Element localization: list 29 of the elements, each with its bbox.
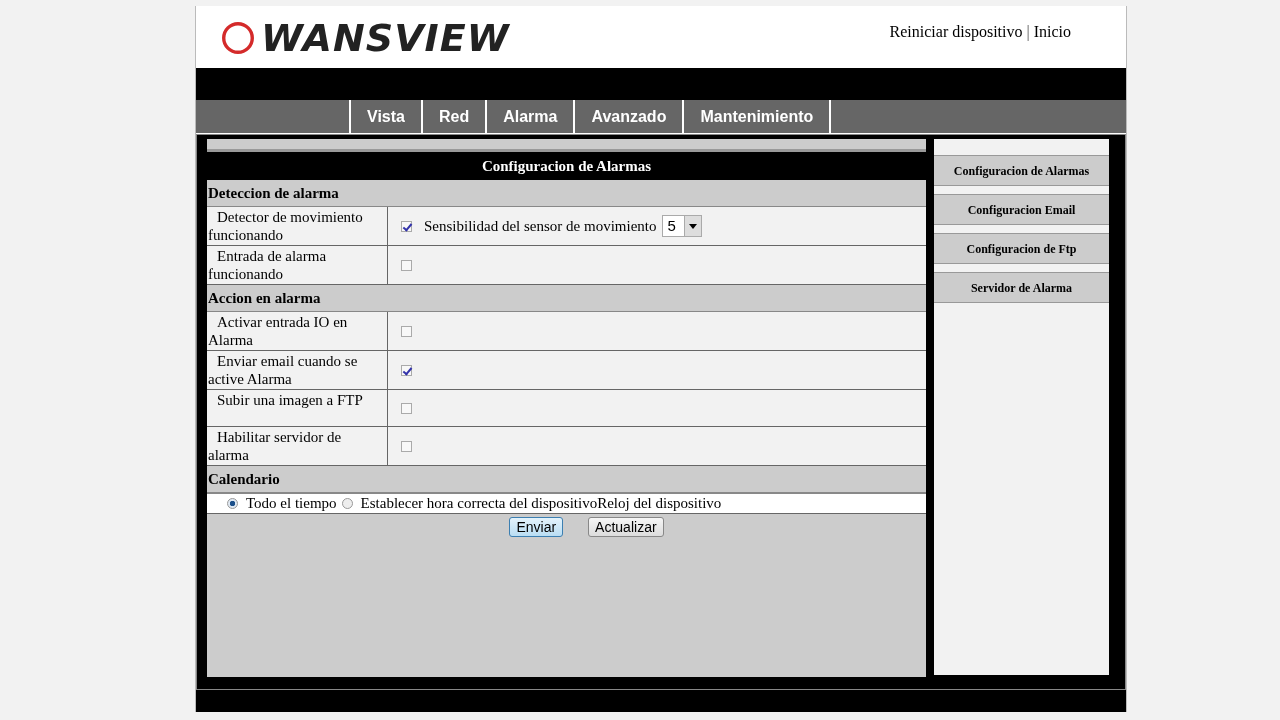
header-link[interactable]: Inicio [1033,23,1071,41]
field-label: Entrada de alarma funcionando [207,246,388,284]
sidebar-item[interactable]: Configuracion Email [934,194,1109,225]
field-label: Enviar email cuando se active Alarma [207,351,388,389]
field-label: Sensibilidad del sensor de movimiento [424,217,657,235]
checkbox[interactable] [401,325,412,337]
checkbox[interactable] [401,440,412,452]
checkbox[interactable] [401,259,412,271]
checkbox[interactable] [401,364,412,376]
form-button[interactable]: Actualizar [588,517,664,537]
field-label: Subir una imagen a FTP [207,390,388,426]
form-button[interactable]: Enviar [509,517,564,537]
header-link[interactable]: Reiniciar dispositivo [889,23,1023,41]
select-dropdown[interactable]: 5 [662,215,702,237]
field-label: Habilitar servidor de alarma [207,427,388,465]
logo: WANSVIEW [261,16,510,60]
sidebar-item[interactable]: Servidor de Alarma [934,272,1109,303]
sidebar-item[interactable]: Configuracion de Alarmas [934,155,1109,186]
radio-label: Todo el tiempo [246,495,337,512]
radio-button[interactable] [227,498,238,509]
checkbox[interactable] [401,402,412,414]
sidebar-item[interactable]: Configuracion de Ftp [934,233,1109,264]
radio-button[interactable] [341,498,353,509]
link-separator: | [1026,23,1030,41]
field-label: Activar entrada IO en Alarma [207,312,388,350]
radio-label: Establecer hora correcta del dispositivoReloj del dispositivo [360,495,722,512]
checkbox[interactable] [401,220,412,232]
field-label: Detector de movimiento funcionando [207,207,388,245]
form-title: Configuracion de Alarmas [207,152,926,180]
